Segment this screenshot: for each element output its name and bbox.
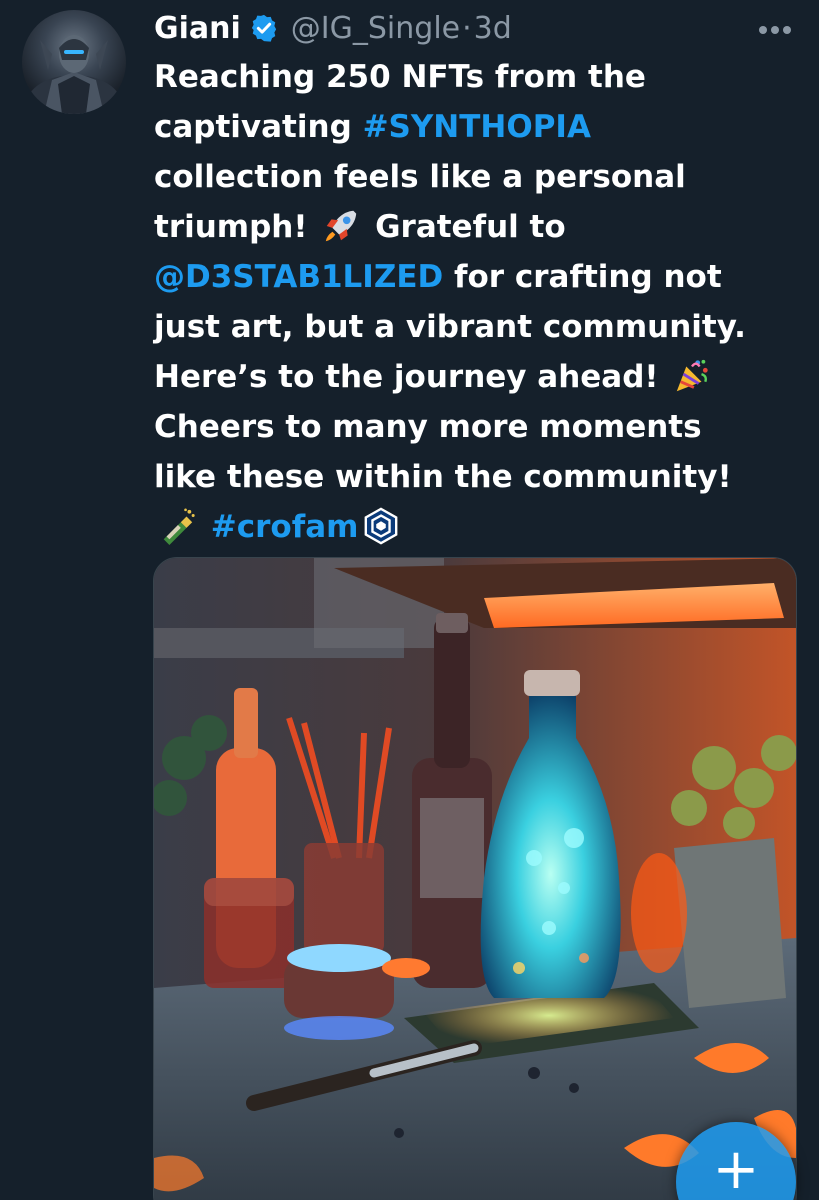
timestamp[interactable]: 3d: [474, 11, 512, 46]
tweet-text-line: Here’s to the journey ahead!: [154, 352, 802, 402]
tweet-text-segment: for crafting not: [443, 259, 722, 295]
tweet-text-segment: Reaching 250 NFTs from the: [154, 59, 646, 95]
mention-link[interactable]: @D3STAB1LIZED: [154, 259, 443, 295]
tweet-text-segment: triumph!: [154, 209, 319, 245]
tweet-text-line: Cheers to many more moments: [154, 402, 802, 452]
tweet-text-segment: just art, but a vibrant community.: [154, 309, 746, 345]
avatar[interactable]: [22, 10, 126, 114]
champagne-bottle-icon: [158, 506, 196, 546]
verified-badge-icon: [249, 13, 279, 43]
rocket-icon: [322, 206, 360, 246]
tweet-text-line: like these within the community!: [154, 452, 802, 502]
tweet-text-segment: like these within the community!: [154, 459, 732, 495]
hashtag-link[interactable]: #SYNTHOPIA: [363, 109, 591, 145]
tweet-text-line: collection feels like a personal: [154, 152, 802, 202]
cronos-logo-icon: [362, 506, 400, 546]
tweet-text-line: captivating #SYNTHOPIA: [154, 102, 802, 152]
media-artwork: [154, 558, 796, 1200]
tweet-text-segment: [200, 509, 211, 545]
party-popper-icon: [673, 356, 711, 396]
tweet-text-line: #crofam: [154, 502, 802, 552]
avatar-image: [26, 35, 122, 114]
display-name[interactable]: Giani: [154, 11, 241, 46]
tweet-text: Reaching 250 NFTs from the captivating #S…: [154, 52, 802, 552]
plus-icon: +: [712, 1137, 760, 1200]
tweet-text-line: Reaching 250 NFTs from the: [154, 52, 802, 102]
tweet-text-line: triumph! Grateful to: [154, 202, 802, 252]
tweet-media-image[interactable]: [153, 557, 797, 1200]
tweet-text-line: @D3STAB1LIZED for crafting not: [154, 252, 802, 302]
handle[interactable]: @IG_Single: [291, 11, 460, 46]
separator-dot: ·: [462, 10, 472, 46]
tweet-text-segment: captivating: [154, 109, 363, 145]
more-options-button[interactable]: [750, 12, 800, 48]
tweet-text-segment: Grateful to: [364, 209, 566, 245]
more-options-icon: [759, 26, 791, 34]
tweet-text-line: just art, but a vibrant community.: [154, 302, 802, 352]
tweet-text-segment: Here’s to the journey ahead!: [154, 359, 670, 395]
tweet-text-segment: collection feels like a personal: [154, 159, 686, 195]
tweet-header: Giani @IG_Single · 3d: [154, 6, 512, 50]
tweet-text-segment: Cheers to many more moments: [154, 409, 702, 445]
hashtag-link[interactable]: #crofam: [211, 509, 359, 545]
